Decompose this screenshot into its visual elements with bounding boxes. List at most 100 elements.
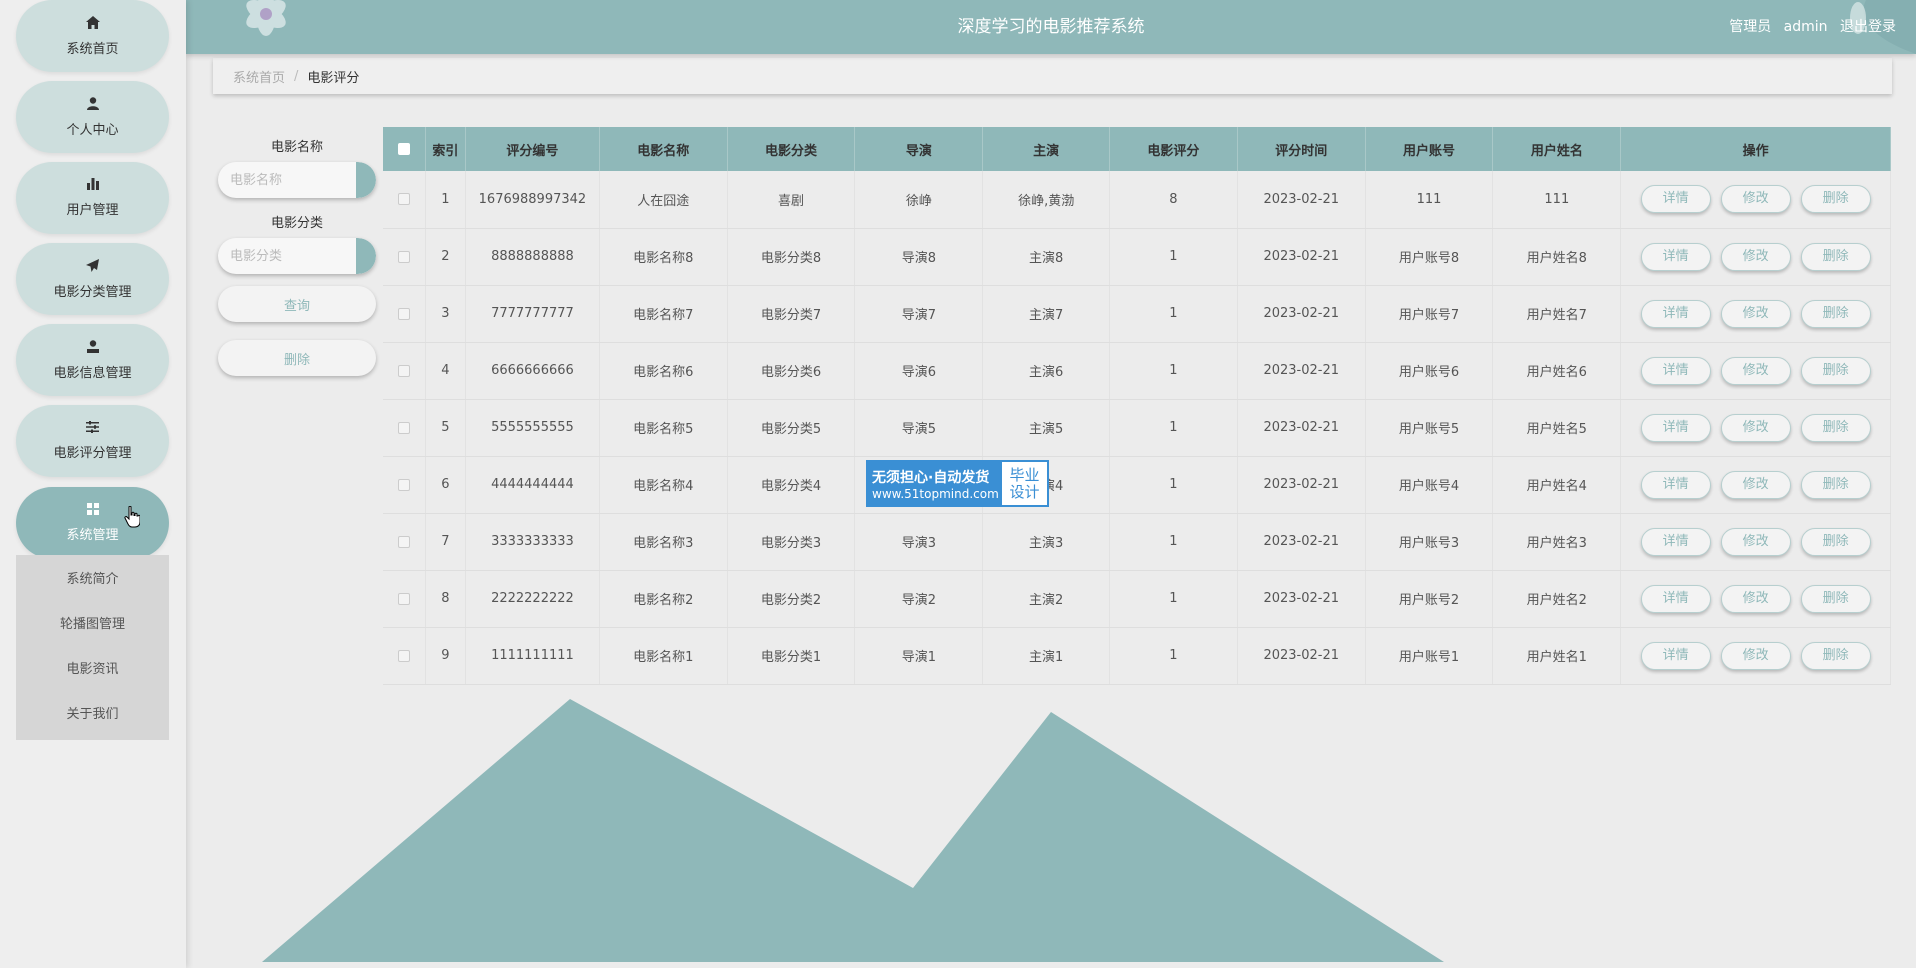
movie-name-cell: 电影名称5 — [599, 399, 728, 457]
edit-button[interactable]: 修改 — [1720, 299, 1791, 328]
movie-name-cell: 电影名称3 — [599, 513, 728, 571]
rating-id-cell: 3333333333 — [465, 513, 600, 571]
table-row: 4 6666666666 电影名称6 电影分类6 导演6 主演6 1 2023-02-21 用户… — [383, 342, 1891, 400]
rating-cell: 1 — [1109, 399, 1238, 457]
row-checkbox[interactable] — [397, 535, 410, 548]
rating-time-cell: 2023-02-21 — [1237, 171, 1366, 229]
detail-button[interactable]: 详情 — [1640, 242, 1711, 271]
table-row: 7 3333333333 电影名称3 电影分类3 导演3 主演3 1 2023-02-21 用户… — [383, 513, 1891, 571]
detail-button[interactable]: 详情 — [1640, 356, 1711, 385]
rating-id-cell: 4444444444 — [465, 456, 600, 514]
user-name-cell: 用户姓名2 — [1492, 570, 1622, 628]
delete-button[interactable]: 删除 — [1800, 584, 1871, 613]
delete-button[interactable]: 删除 — [1800, 527, 1871, 556]
edit-button[interactable]: 修改 — [1720, 242, 1791, 271]
column-header: 用户账号 — [1365, 127, 1494, 171]
detail-button[interactable]: 详情 — [1640, 470, 1711, 499]
actions-cell: 详情 修改 删除 — [1620, 285, 1891, 343]
column-header: 评分时间 — [1237, 127, 1366, 171]
sliders-icon — [86, 421, 99, 436]
input-accent — [356, 238, 376, 274]
edit-button[interactable]: 修改 — [1720, 641, 1791, 670]
submenu-item-news[interactable]: 电影资讯 — [16, 645, 169, 690]
delete-button[interactable]: 删除 — [1800, 470, 1871, 499]
edit-button[interactable]: 修改 — [1720, 470, 1791, 499]
sidebar-item-movie-info[interactable]: 电影信息管理 — [16, 324, 169, 396]
sidebar-item-label: 个人中心 — [66, 122, 119, 138]
movie-name-input[interactable] — [218, 162, 356, 198]
row-checkbox[interactable] — [397, 478, 410, 491]
sidebar-item-movie-rating[interactable]: 电影评分管理 — [16, 405, 169, 477]
rating-time-cell: 2023-02-21 — [1237, 456, 1366, 514]
row-select-cell — [383, 513, 426, 571]
row-select-cell — [383, 456, 426, 514]
user-account-cell: 用户账号7 — [1365, 285, 1494, 343]
row-checkbox[interactable] — [397, 364, 410, 377]
submenu-item-carousel[interactable]: 轮播图管理 — [16, 600, 169, 645]
detail-button[interactable]: 详情 — [1640, 584, 1711, 613]
edit-button[interactable]: 修改 — [1720, 527, 1791, 556]
movie-category-cell: 电影分类2 — [727, 570, 856, 628]
user-account-cell: 用户账号6 — [1365, 342, 1494, 400]
director-cell: 导演8 — [854, 228, 984, 286]
row-checkbox[interactable] — [397, 421, 410, 434]
column-header: 电影分类 — [727, 127, 856, 171]
rating-time-cell: 2023-02-21 — [1237, 513, 1366, 571]
sidebar-item-profile[interactable]: 个人中心 — [16, 81, 169, 153]
select-all-checkbox[interactable] — [397, 143, 410, 155]
movie-category-cell: 电影分类3 — [727, 513, 856, 571]
actions-cell: 详情 修改 删除 — [1620, 456, 1891, 514]
user-icon — [86, 96, 99, 113]
breadcrumb-home[interactable]: 系统首页 — [233, 67, 285, 86]
detail-button[interactable]: 详情 — [1640, 527, 1711, 556]
row-checkbox[interactable] — [397, 307, 410, 320]
delete-button[interactable]: 删除 — [1800, 356, 1871, 385]
sidebar-item-movie-category[interactable]: 电影分类管理 — [16, 243, 169, 315]
row-select-cell — [383, 228, 426, 286]
batch-delete-button[interactable]: 删除 — [218, 340, 376, 376]
table-row: 9 1111111111 电影名称1 电影分类1 导演1 主演1 1 2023-02-21 用户… — [383, 627, 1891, 685]
detail-button[interactable]: 详情 — [1640, 641, 1711, 670]
column-header: 操作 — [1620, 127, 1891, 171]
delete-button[interactable]: 删除 — [1800, 641, 1871, 670]
delete-button[interactable]: 删除 — [1800, 299, 1871, 328]
edit-button[interactable]: 修改 — [1720, 356, 1791, 385]
sidebar-item-system[interactable]: 系统管理 — [16, 487, 169, 559]
movie-category-input[interactable] — [218, 238, 356, 274]
detail-button[interactable]: 详情 — [1640, 299, 1711, 328]
logout-link[interactable]: 退出登录 — [1840, 19, 1896, 35]
actions-cell: 详情 修改 删除 — [1620, 171, 1891, 229]
query-button[interactable]: 查询 — [218, 286, 376, 322]
system-submenu: 系统简介 轮播图管理 电影资讯 关于我们 — [16, 555, 169, 740]
sidebar-item-users[interactable]: 用户管理 — [16, 162, 169, 234]
row-checkbox[interactable] — [397, 250, 410, 263]
column-header: 用户姓名 — [1492, 127, 1622, 171]
user-account-cell: 用户账号3 — [1365, 513, 1494, 571]
row-checkbox[interactable] — [397, 649, 410, 662]
rating-time-cell: 2023-02-21 — [1237, 570, 1366, 628]
row-checkbox[interactable] — [397, 193, 410, 206]
edit-button[interactable]: 修改 — [1720, 185, 1791, 214]
watermark-right: 毕业 设计 — [1002, 462, 1047, 505]
detail-button[interactable]: 详情 — [1640, 413, 1711, 442]
movie-name-cell: 电影名称6 — [599, 342, 728, 400]
rating-id-cell: 7777777777 — [465, 285, 600, 343]
rating-time-cell: 2023-02-21 — [1237, 285, 1366, 343]
sidebar-item-home[interactable]: 系统首页 — [16, 0, 169, 72]
table-header-row: 索引 评分编号 电影名称 电影分类 导演 主演 电影评分 评分时间 用户账号 用… — [383, 127, 1891, 171]
movie-category-label: 电影分类 — [270, 216, 323, 231]
delete-button[interactable]: 删除 — [1800, 185, 1871, 214]
submenu-item-intro[interactable]: 系统简介 — [16, 555, 169, 600]
movie-name-field — [218, 162, 376, 198]
column-header: 电影评分 — [1109, 127, 1238, 171]
delete-button[interactable]: 删除 — [1800, 413, 1871, 442]
sidebar-item-label: 电影分类管理 — [53, 284, 132, 300]
edit-button[interactable]: 修改 — [1720, 413, 1791, 442]
delete-button[interactable]: 删除 — [1800, 242, 1871, 271]
edit-button[interactable]: 修改 — [1720, 584, 1791, 613]
row-select-cell — [383, 285, 426, 343]
index-cell: 1 — [425, 171, 467, 229]
row-checkbox[interactable] — [397, 592, 410, 605]
submenu-item-about[interactable]: 关于我们 — [16, 690, 169, 735]
detail-button[interactable]: 详情 — [1640, 185, 1711, 214]
